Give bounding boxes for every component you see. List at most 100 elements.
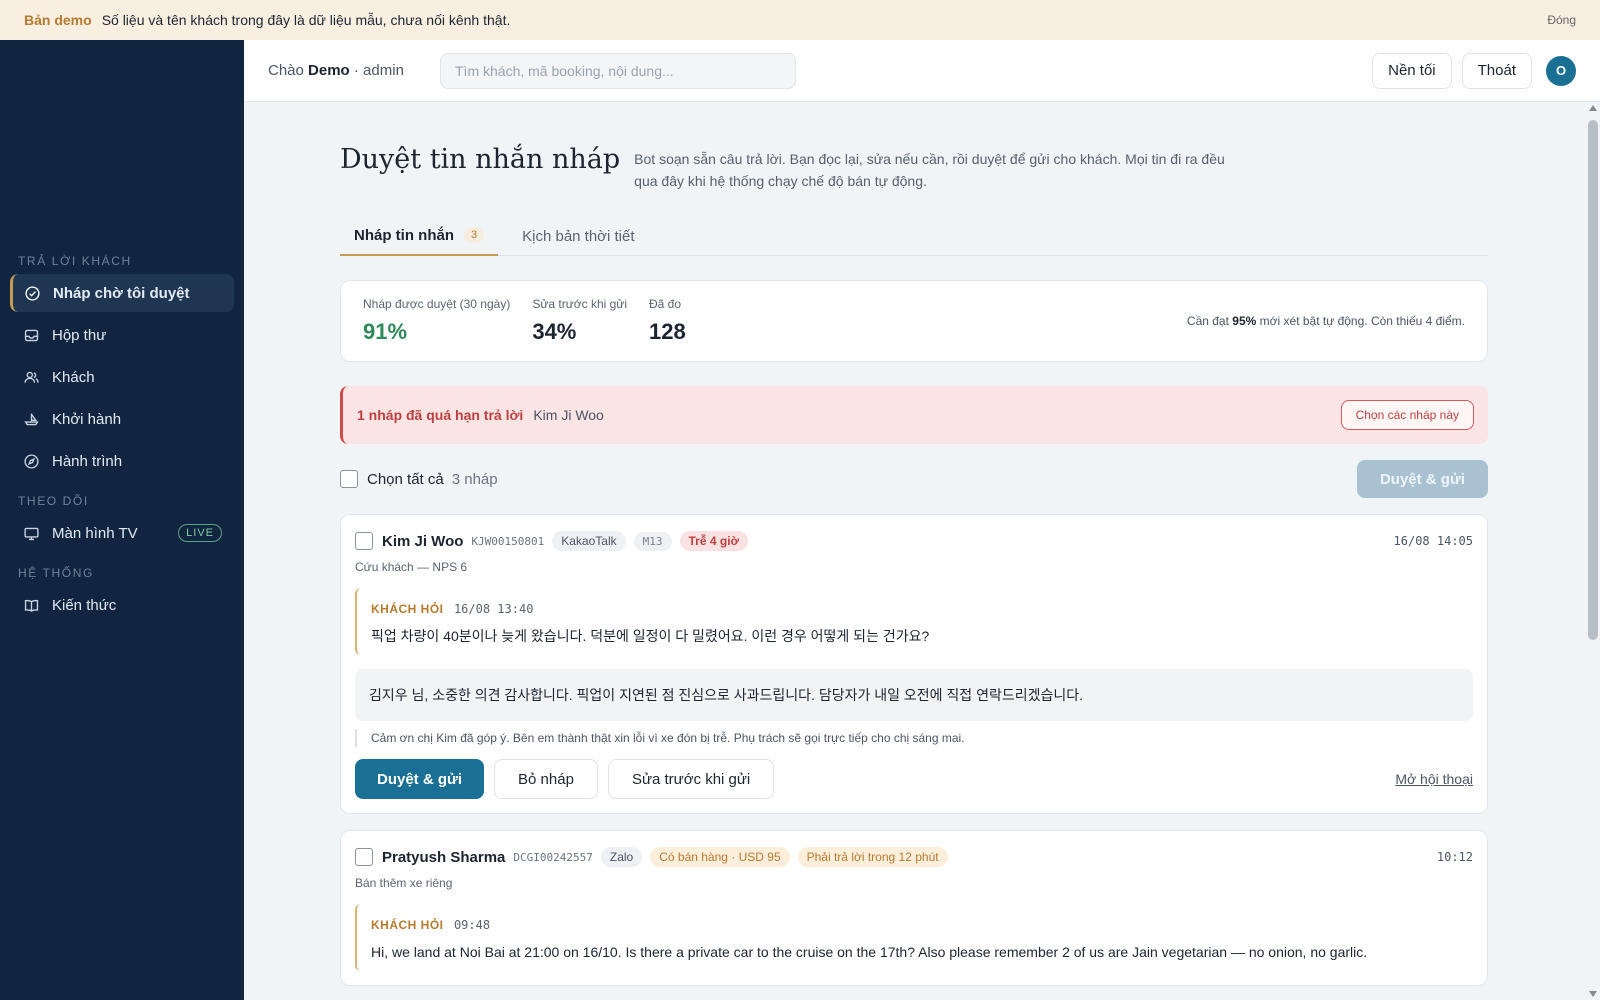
dark-mode-button[interactable]: Nền tối (1372, 52, 1452, 89)
reply-translation: Cảm ơn chị Kim đã góp ý. Bên em thành th… (355, 729, 1473, 747)
scroll-up-arrow[interactable] (1589, 105, 1597, 111)
question-text: 픽업 차량이 40분이나 늦게 왔습니다. 덕분에 일정이 다 밀렸어요. 이런… (371, 628, 930, 644)
sidebar-item-departures[interactable]: Khởi hành (10, 400, 234, 438)
greeting: Chào Demo · admin (268, 62, 440, 79)
draft-count: 3 nháp (451, 470, 498, 488)
sidebar-item-label: Khách (52, 368, 95, 386)
tab-bar: Nháp tin nhắn 3 Kịch bản thời tiết (340, 216, 1488, 256)
draft-card-header: Pratyush Sharma DCGI00242557 Zalo Có bán… (355, 847, 1473, 867)
check-circle-icon (23, 284, 41, 302)
sidebar-item-tv[interactable]: Màn hình TV LIVE (10, 514, 234, 552)
sidebar-section-reply: TRẢ LỜI KHÁCH (18, 254, 132, 268)
late-badge: Trễ 4 giờ (679, 531, 749, 551)
sidebar-item-knowledge[interactable]: Kiến thức (10, 586, 234, 624)
sidebar-section-system: HỆ THỐNG (18, 566, 94, 580)
topbar: Chào Demo · admin Nền tối Thoát O (244, 40, 1600, 102)
stat-label: Đã đo (649, 297, 682, 311)
channel-badge: Zalo (600, 847, 643, 867)
user-name: Demo (308, 62, 350, 79)
booking-code: DCGI00242557 (513, 850, 593, 864)
sidebar-item-itinerary[interactable]: Hành trình (10, 442, 234, 480)
question-time: 16/08 13:40 (453, 602, 534, 616)
open-conversation-link[interactable]: Mở hội thoại (1395, 771, 1473, 787)
draft-checkbox[interactable] (355, 532, 373, 550)
draft-card: Kim Ji Woo KJW00150801 KakaoTalk M13 Trễ… (340, 514, 1488, 814)
avatar[interactable]: O (1546, 55, 1576, 86)
tab-drafts[interactable]: Nháp tin nhắn 3 (340, 216, 499, 256)
stat-label: Nháp được duyệt (30 ngày) (363, 297, 511, 311)
draft-actions: Duyệt & gửi Bỏ nháp Sửa trước khi gửi Mở… (355, 759, 1473, 799)
page-description: Bot soạn sẵn câu trả lời. Bạn đọc lại, s… (634, 151, 1225, 189)
banner-close-button[interactable]: Đóng (1547, 13, 1576, 27)
page-title: Duyệt tin nhắn nháp (340, 144, 621, 175)
draft-subtitle: Bán thêm xe riêng (355, 876, 453, 890)
sidebar-item-drafts[interactable]: Nháp chờ tôi duyệt (10, 274, 234, 312)
draft-checkbox[interactable] (355, 848, 373, 866)
stat-edited: Sửa trước khi gửi 34% (532, 297, 627, 345)
question-meta: KHÁCH HỎI 09:48 (371, 916, 1459, 934)
alert-guest: Kim Ji Woo (533, 407, 604, 423)
book-icon (22, 596, 40, 614)
sidebar-item-label: Hành trình (52, 452, 123, 470)
sidebar-item-label: Nháp chờ tôi duyệt (53, 284, 190, 302)
demo-banner: Bản demo Số liệu và tên khách trong đây … (0, 0, 1600, 40)
edit-before-send-button[interactable]: Sửa trước khi gửi (607, 759, 775, 799)
approve-selected-button[interactable]: Duyệt & gửi (1356, 460, 1488, 498)
sidebar-item-inbox[interactable]: Hộp thư (10, 316, 234, 354)
draft-time: 16/08 14:05 (1393, 534, 1473, 548)
logout-button[interactable]: Thoát (1461, 52, 1532, 89)
question-time: 09:48 (453, 918, 491, 932)
stat-approved: Nháp được duyệt (30 ngày) 91% (363, 297, 510, 345)
question-label: KHÁCH HỎI (371, 602, 444, 616)
note-threshold: 95% (1232, 314, 1257, 328)
draft-reply[interactable]: 김지우 님, 소중한 의견 감사합니다. 픽업이 지연된 점 진심으로 사과드립… (355, 669, 1473, 721)
stat-value: 128 (649, 319, 686, 344)
guest-question: KHÁCH HỎI 16/08 13:40 픽업 차량이 40분이나 늦게 왔습… (355, 588, 1473, 655)
sidebar: TRẢ LỜI KHÁCH Nháp chờ tôi duyệt Hộp thư… (0, 40, 244, 1000)
search-input[interactable] (440, 52, 796, 89)
overdue-alert: 1 nháp đã quá hạn trả lời Kim Ji Woo Chọ… (340, 386, 1488, 444)
channel-badge: KakaoTalk (552, 531, 626, 551)
sidebar-section-monitor: THEO DÕI (18, 494, 89, 508)
stat-measured: Đã đo 128 (649, 297, 686, 345)
stat-value: 91% (363, 319, 408, 344)
guest-name: Kim Ji Woo (382, 532, 464, 550)
select-overdue-button[interactable]: Chọn các nháp này (1340, 400, 1474, 430)
deadline-badge: Phải trả lời trong 12 phút (797, 847, 948, 867)
guest-name: Pratyush Sharma (382, 848, 506, 866)
question-text: Hi, we land at Noi Bai at 21:00 on 16/10… (371, 944, 1368, 960)
main-scrollbar[interactable] (1586, 102, 1600, 1000)
sale-badge: Có bán hàng · USD 95 (650, 847, 790, 867)
tag-badge: M13 (633, 531, 672, 551)
sidebar-item-guests[interactable]: Khách (10, 358, 234, 396)
greeting-prefix: Chào (268, 62, 304, 79)
tab-label: Kịch bản thời tiết (522, 227, 635, 245)
note-suffix: mới xét bật tự động. Còn thiếu 4 điểm. (1259, 314, 1465, 328)
stat-value: 34% (532, 319, 577, 344)
sidebar-item-label: Kiến thức (52, 596, 117, 614)
draft-time: 10:12 (1436, 850, 1473, 864)
stat-label: Sửa trước khi gửi (532, 297, 627, 311)
approve-send-button[interactable]: Duyệt & gửi (355, 759, 485, 799)
user-role: · admin (353, 62, 404, 79)
note-prefix: Cần đạt (1186, 314, 1229, 328)
scroll-thumb[interactable] (1588, 120, 1598, 640)
tab-count-badge: 3 (464, 227, 485, 243)
sidebar-item-label: Khởi hành (52, 410, 122, 428)
draft-subtitle: Cứu khách — NPS 6 (355, 560, 468, 574)
live-badge: LIVE (178, 524, 222, 542)
scroll-down-arrow[interactable] (1589, 991, 1597, 997)
tab-label: Nháp tin nhắn (354, 226, 454, 244)
booking-code: KJW00150801 (471, 534, 545, 548)
main-content: Duyệt tin nhắn nháp Bot soạn sẵn câu trả… (340, 102, 1488, 986)
threshold-note: Cần đạt 95% mới xét bật tự động. Còn thi… (1187, 314, 1465, 328)
monitor-icon (22, 524, 40, 542)
question-label: KHÁCH HỎI (371, 918, 444, 932)
boat-icon (22, 410, 40, 428)
topbar-actions: Nền tối Thoát O (1372, 52, 1576, 89)
demo-message: Số liệu và tên khách trong đây là dữ liệ… (101, 12, 511, 28)
tab-weather-scripts[interactable]: Kịch bản thời tiết (508, 216, 648, 256)
users-icon (22, 368, 40, 386)
select-all-checkbox[interactable] (340, 470, 358, 488)
discard-draft-button[interactable]: Bỏ nháp (494, 759, 598, 799)
